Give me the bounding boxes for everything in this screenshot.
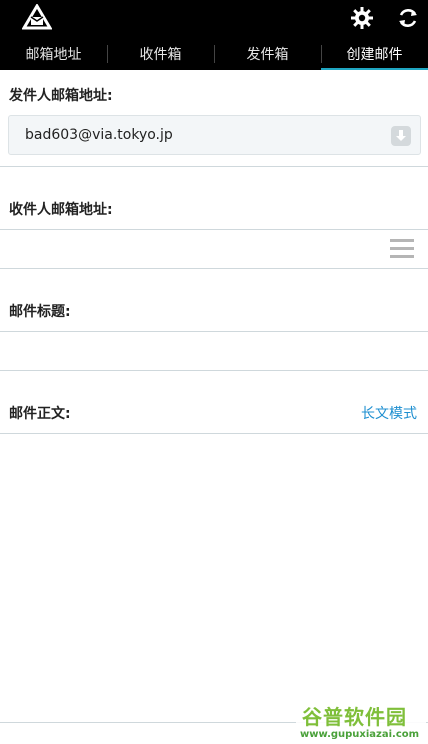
divider	[0, 166, 428, 167]
recipient-input[interactable]	[0, 230, 380, 268]
sender-select[interactable]: bad603@via.tokyo.jp	[8, 115, 421, 155]
tab-bar: 邮箱地址 收件箱 发件箱 创建邮件	[0, 38, 428, 70]
mail-logo-icon	[22, 4, 52, 30]
sender-label: 发件人邮箱地址:	[9, 88, 113, 104]
subject-input[interactable]	[0, 332, 428, 370]
watermark: 谷普软件园 www.gupuxiazai.com	[296, 699, 426, 743]
recipient-label: 收件人邮箱地址:	[9, 202, 113, 218]
tab-create-mail[interactable]: 创建邮件	[321, 38, 428, 70]
watermark-brand: 谷普软件园	[302, 705, 407, 729]
tab-outbox[interactable]: 发件箱	[214, 38, 321, 70]
watermark-url: www.gupuxiazai.com	[300, 729, 420, 740]
subject-label: 邮件标题:	[9, 304, 71, 320]
tab-mail-address[interactable]: 邮箱地址	[0, 38, 107, 70]
top-bar	[0, 0, 428, 38]
body-textarea[interactable]	[0, 434, 428, 722]
tab-inbox[interactable]: 收件箱	[107, 38, 214, 70]
gear-icon[interactable]	[350, 6, 374, 30]
long-mode-link[interactable]: 长文模式	[361, 403, 417, 423]
sender-value: bad603@via.tokyo.jp	[25, 127, 173, 143]
divider	[0, 268, 428, 269]
refresh-icon[interactable]	[396, 6, 420, 30]
body-label: 邮件正文:	[9, 406, 71, 422]
menu-icon[interactable]	[390, 238, 414, 260]
divider	[0, 370, 428, 371]
download-icon[interactable]	[391, 126, 411, 146]
